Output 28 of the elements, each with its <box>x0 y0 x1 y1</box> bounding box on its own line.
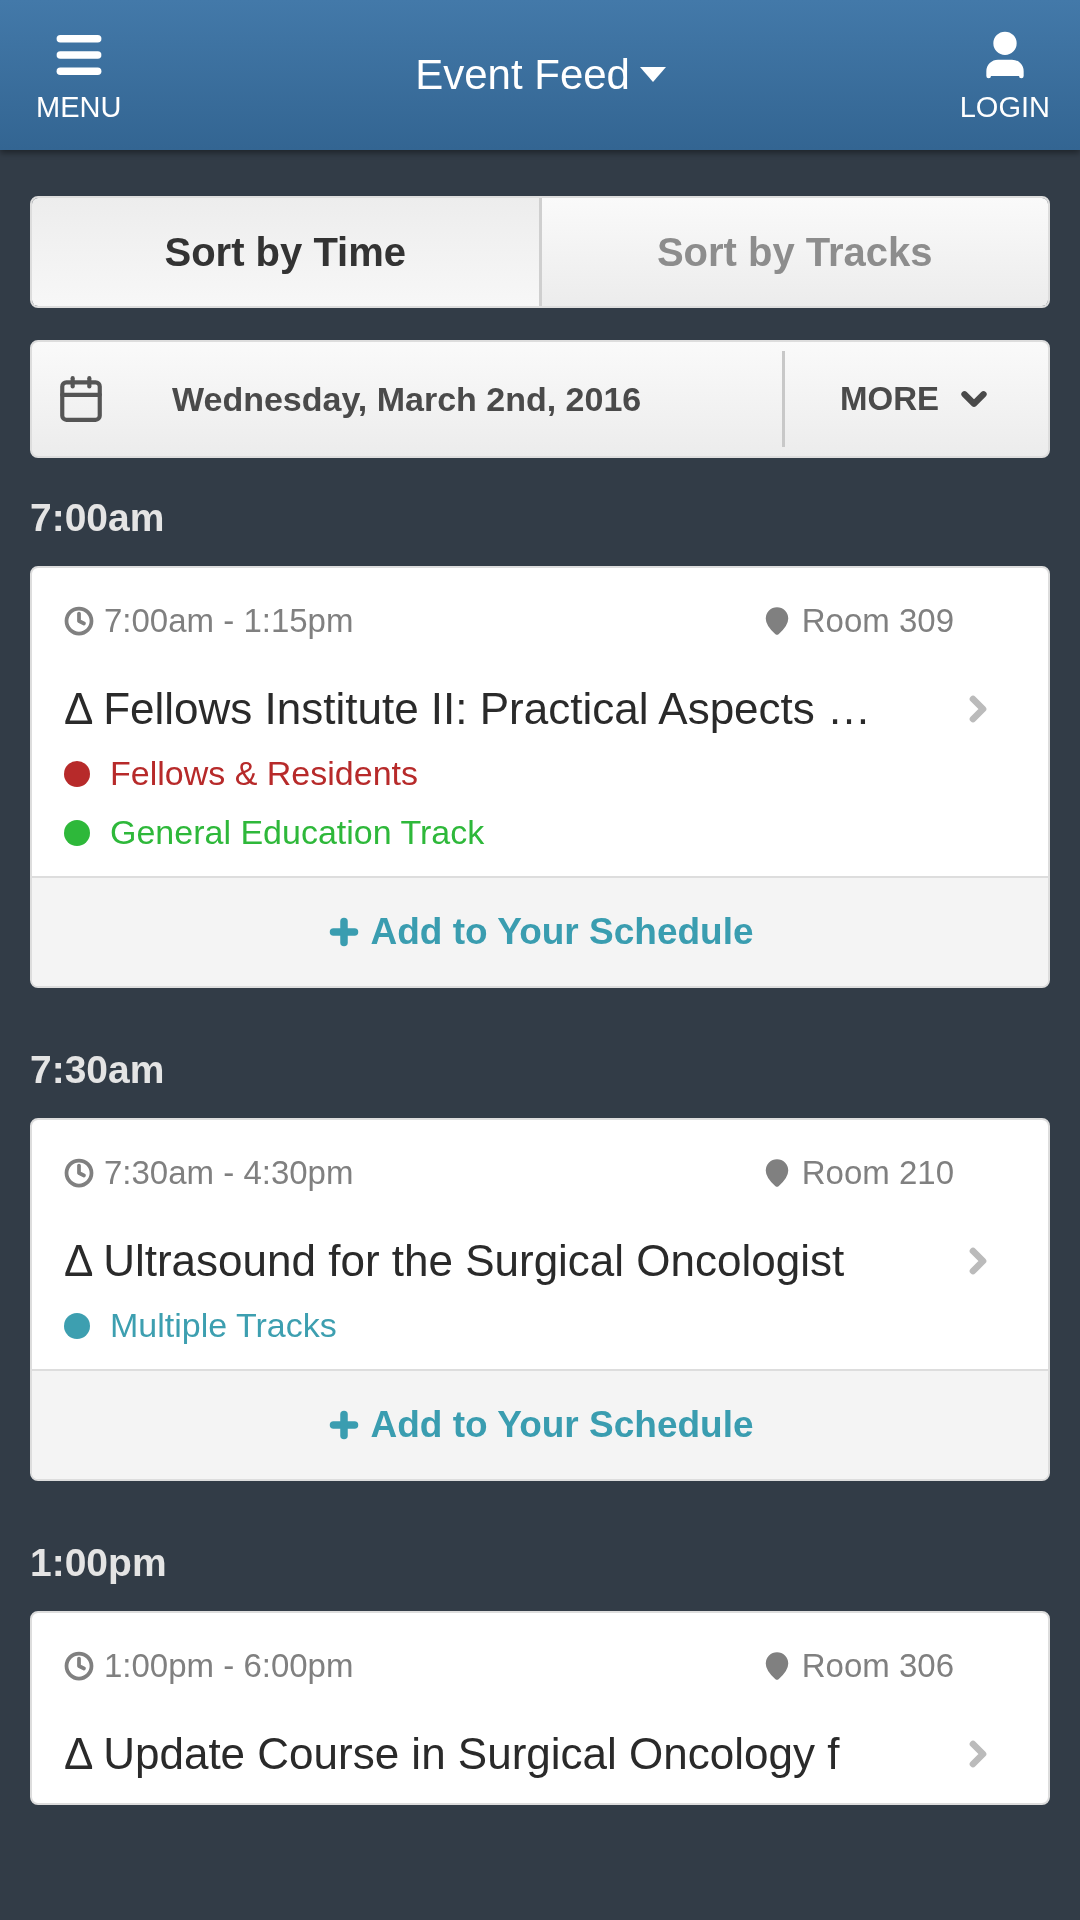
add-to-schedule-button[interactable]: Add to Your Schedule <box>32 876 1048 986</box>
date-label: Wednesday, March 2nd, 2016 <box>171 379 643 419</box>
time-range: 7:30am - 4:30pm <box>64 1154 354 1192</box>
event-title[interactable]: Δ Fellows Institute II: Practical Aspects … <box>64 684 872 734</box>
login-button[interactable]: LOGIN <box>959 26 1050 124</box>
event-title[interactable]: Δ Update Course in Surgical Oncology f <box>64 1729 840 1779</box>
time-range: 7:00am - 1:15pm <box>64 602 354 640</box>
clock-icon <box>64 606 94 636</box>
track-name: General Education Track <box>110 813 485 852</box>
time-heading: 1:00pm <box>30 1541 168 1585</box>
clock-icon <box>64 1158 94 1188</box>
more-button[interactable]: MORE <box>782 351 1048 447</box>
room-label: Room 306 <box>761 1647 954 1685</box>
event-feed-dropdown[interactable]: Event Feed <box>415 51 666 99</box>
sort-tab[interactable]: Sort by Time <box>32 198 539 306</box>
caret-icon <box>639 67 666 83</box>
time-heading: 7:00am <box>30 496 166 540</box>
room-label: Room 210 <box>761 1154 954 1192</box>
clock-icon <box>64 1651 94 1681</box>
time-heading: 7:30am <box>30 1048 166 1092</box>
room-label: Room 309 <box>761 602 954 640</box>
track-name: Fellows & Residents <box>110 754 418 793</box>
track-name: Multiple Tracks <box>110 1306 337 1345</box>
menu-button[interactable]: MENU <box>36 26 122 124</box>
event-title[interactable]: Δ Ultrasound for the Surgical Oncologist <box>64 1236 845 1286</box>
sort-tab[interactable]: Sort by Tracks <box>538 198 1048 306</box>
time-range: 1:00pm - 6:00pm <box>64 1647 354 1685</box>
add-to-schedule-button[interactable]: Add to Your Schedule <box>32 1369 1048 1479</box>
